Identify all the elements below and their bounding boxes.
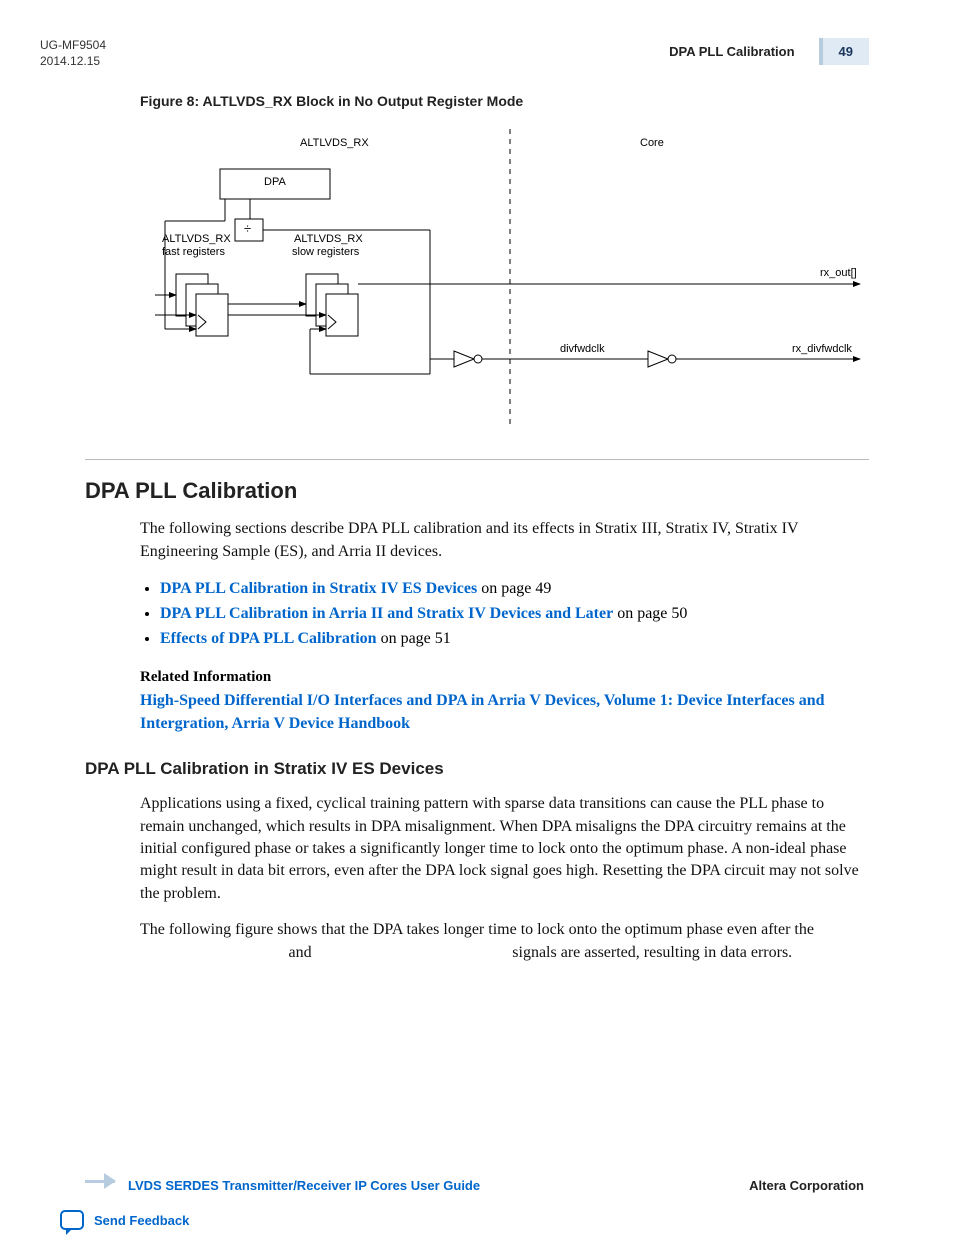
label-slow-line2: slow registers — [292, 246, 359, 258]
label-rx-divfwdclk: rx_divfwdclk — [792, 343, 852, 355]
toc-link-3[interactable]: Effects of DPA PLL Calibration — [160, 630, 377, 647]
feedback-row: Send Feedback — [60, 1210, 189, 1230]
doc-id: UG-MF9504 — [40, 38, 106, 54]
para3-part-a: The following figure shows that the DPA … — [140, 921, 814, 938]
label-core: Core — [640, 137, 664, 149]
para3-code-1 — [140, 942, 285, 961]
section-divider — [85, 459, 869, 460]
list-item: DPA PLL Calibration in Stratix IV ES Dev… — [160, 577, 869, 602]
related-info-link[interactable]: High-Speed Differential I/O Interfaces a… — [140, 690, 869, 735]
toc-suffix: on page 50 — [613, 605, 687, 622]
figure-caption: Figure 8: ALTLVDS_RX Block in No Output … — [140, 93, 954, 109]
header-meta: UG-MF9504 2014.12.15 — [40, 38, 106, 69]
label-altlvds-rx-top: ALTLVDS_RX — [300, 137, 369, 149]
page-number-badge: 49 — [819, 38, 869, 65]
paragraph-3: The following figure shows that the DPA … — [140, 919, 869, 965]
label-rx-out: rx_out[] — [820, 267, 857, 279]
label-slow-line1: ALTLVDS_RX — [294, 233, 363, 245]
feedback-link[interactable]: Send Feedback — [94, 1213, 189, 1228]
toc-link-2[interactable]: DPA PLL Calibration in Arria II and Stra… — [160, 605, 613, 622]
header-section-title: DPA PLL Calibration — [669, 44, 794, 59]
page-header: UG-MF9504 2014.12.15 DPA PLL Calibration… — [0, 0, 954, 69]
footer-corp: Altera Corporation — [749, 1178, 864, 1193]
label-divide: ÷ — [244, 221, 251, 236]
toc-suffix: on page 51 — [377, 630, 451, 647]
related-info-heading: Related Information — [140, 669, 954, 686]
figure-diagram: ALTLVDS_RX Core DPA ÷ ALTLVDS_RX fast re… — [140, 129, 869, 449]
intro-paragraph: The following sections describe DPA PLL … — [140, 518, 869, 563]
label-dpa: DPA — [264, 176, 286, 188]
toc-suffix: on page 49 — [477, 580, 551, 597]
label-fast-line2: fast registers — [162, 246, 225, 258]
doc-date: 2014.12.15 — [40, 54, 106, 70]
label-divfwdclk: divfwdclk — [560, 343, 605, 355]
toc-link-1[interactable]: DPA PLL Calibration in Stratix IV ES Dev… — [160, 580, 477, 597]
footer-guide-link[interactable]: LVDS SERDES Transmitter/Receiver IP Core… — [128, 1178, 480, 1193]
subsection-heading: DPA PLL Calibration in Stratix IV ES Dev… — [85, 759, 954, 779]
toc-list: DPA PLL Calibration in Stratix IV ES Dev… — [160, 577, 869, 651]
para3-code-2 — [316, 942, 509, 961]
paragraph-2: Applications using a fixed, cyclical tra… — [140, 793, 869, 905]
header-right: DPA PLL Calibration 49 — [669, 38, 869, 65]
para3-part-c: signals are asserted, resulting in data … — [512, 944, 792, 961]
para3-part-b: and — [289, 944, 316, 961]
list-item: DPA PLL Calibration in Arria II and Stra… — [160, 602, 869, 627]
section-heading-dpa-pll: DPA PLL Calibration — [85, 478, 954, 504]
list-item: Effects of DPA PLL Calibration on page 5… — [160, 627, 869, 652]
label-fast-line1: ALTLVDS_RX — [162, 233, 231, 245]
back-arrow-icon — [85, 1180, 115, 1183]
feedback-icon[interactable] — [60, 1210, 84, 1230]
page-footer: LVDS SERDES Transmitter/Receiver IP Core… — [0, 1178, 954, 1193]
